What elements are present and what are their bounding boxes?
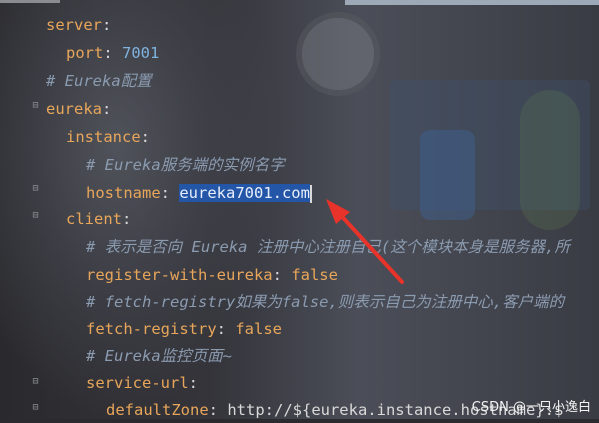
yaml-key: client — [66, 210, 122, 228]
yaml-comment: # 表示是否向 Eureka 注册中心注册自己(这个模块本身是服务器,所 — [86, 238, 570, 256]
code-line[interactable]: # Eureka服务端的实例名字 — [86, 152, 285, 178]
csdn-watermark: CSDN @一只小逸白 — [471, 400, 591, 415]
yaml-separator: : — [102, 16, 112, 34]
yaml-comment: # fetch-registry如果为false,则表示自己为注册中心,客户端的 — [86, 293, 565, 311]
yaml-key: eureka — [46, 100, 102, 118]
yaml-separator: : — [160, 184, 180, 202]
yaml-separator: : — [140, 128, 150, 146]
code-editor[interactable]: server: port: 7001 # Eureka配置 eureka: instan… — [0, 0, 599, 419]
yaml-comment: # Eureka服务端的实例名字 — [86, 156, 285, 174]
yaml-key: defaultZone — [106, 401, 209, 419]
yaml-separator: : — [272, 266, 292, 284]
code-line[interactable]: # fetch-registry如果为false,则表示自己为注册中心,客户端的 — [86, 289, 564, 315]
yaml-separator: : — [122, 210, 132, 228]
yaml-separator: : — [188, 374, 198, 392]
code-line[interactable]: instance: — [66, 124, 150, 150]
code-line[interactable]: register-with-eureka: false — [86, 262, 338, 288]
yaml-key: port — [66, 44, 104, 62]
yaml-key: server — [46, 16, 102, 34]
yaml-separator: : — [216, 320, 236, 338]
yaml-key: instance — [66, 128, 141, 146]
yaml-key: hostname — [86, 184, 161, 202]
yaml-separator: : — [103, 44, 122, 62]
yaml-value: false — [235, 320, 282, 338]
yaml-key: fetch-registry — [86, 320, 217, 338]
code-line[interactable]: service-url: — [86, 370, 198, 396]
yaml-value: false — [291, 266, 338, 284]
yaml-comment: # Eureka配置 — [46, 72, 152, 90]
text-cursor — [309, 184, 312, 203]
yaml-key: service-url — [86, 374, 189, 392]
code-line[interactable]: port: 7001 — [66, 40, 159, 66]
code-line[interactable]: # 表示是否向 Eureka 注册中心注册自己(这个模块本身是服务器,所 — [86, 234, 570, 260]
code-line[interactable]: # Eureka配置 — [46, 68, 152, 94]
code-line[interactable]: client: — [66, 206, 131, 232]
yaml-comment: # Eureka监控页面~ — [86, 347, 232, 365]
yaml-separator: : — [102, 100, 112, 118]
selected-value: eureka7001.com — [179, 184, 310, 202]
yaml-separator: : — [208, 401, 228, 419]
code-line[interactable]: server: — [46, 12, 111, 38]
code-line[interactable]: # Eureka监控页面~ — [86, 343, 232, 369]
code-line[interactable]: eureka: — [46, 96, 111, 122]
yaml-value: 7001 — [122, 44, 160, 62]
yaml-key: register-with-eureka — [86, 266, 273, 284]
code-line[interactable]: fetch-registry: false — [86, 316, 282, 342]
code-line[interactable]: hostname: eureka7001.com — [86, 180, 312, 206]
